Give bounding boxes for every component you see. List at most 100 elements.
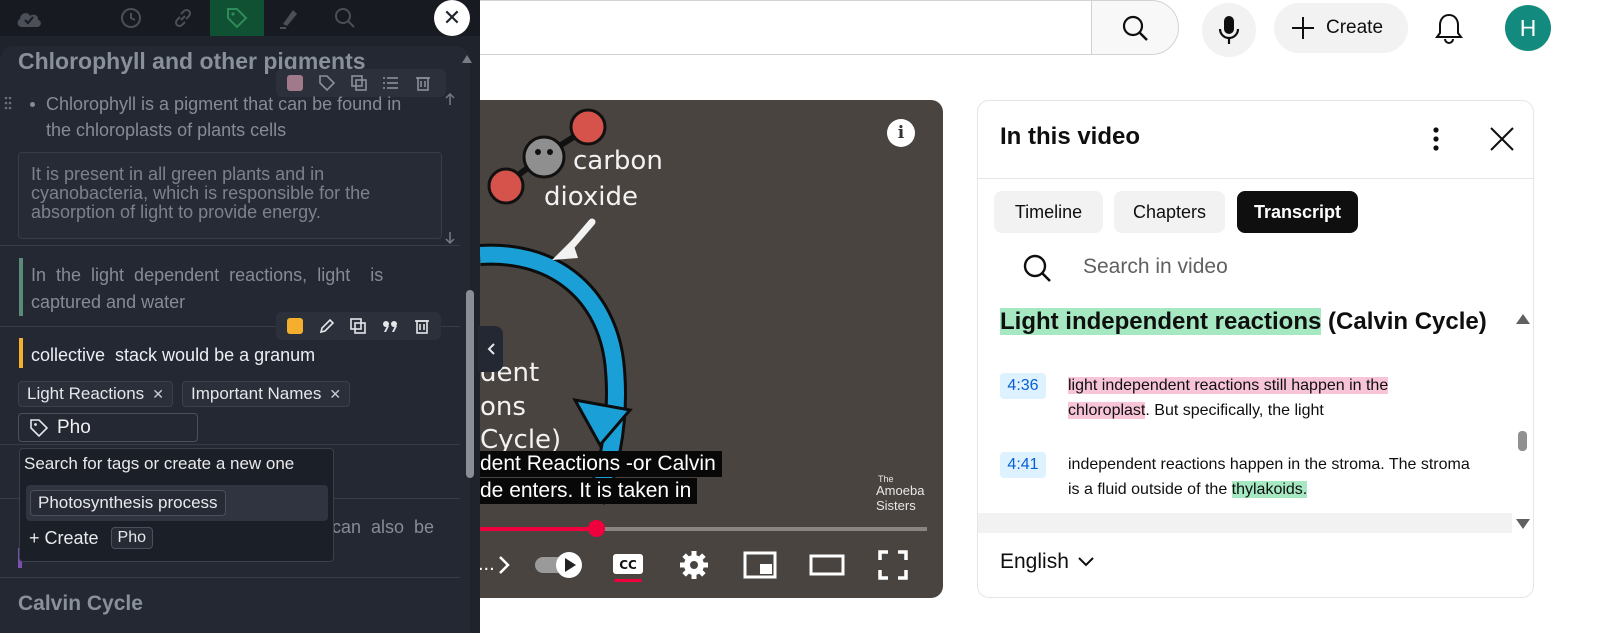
create-tag-option[interactable]: + Create Pho <box>29 527 154 549</box>
close-notes-button[interactable]: ✕ <box>434 0 470 36</box>
theater-mode-button[interactable] <box>806 549 848 581</box>
fullscreen-button[interactable] <box>874 546 912 584</box>
arrow-up-icon <box>445 92 455 105</box>
trash-icon <box>415 320 430 334</box>
color-swatch-button[interactable] <box>284 315 306 337</box>
trash-icon <box>416 77 430 91</box>
search-button[interactable] <box>1091 0 1179 55</box>
language-select[interactable]: English <box>1000 550 1095 574</box>
video-frame-art <box>479 108 633 505</box>
color-swatch <box>286 318 303 334</box>
bullet-text-line-1: Chlorophyll is a pigment that can be fou… <box>46 94 402 114</box>
move-up-button[interactable] <box>444 92 456 111</box>
voice-search-button[interactable] <box>1202 3 1256 57</box>
notes-scroll-thumb[interactable] <box>466 290 474 478</box>
notes-search-button[interactable] <box>320 0 370 36</box>
segment-timestamp[interactable]: 4:41 <box>1000 452 1046 478</box>
search-icon <box>1122 15 1148 41</box>
video-text-carbon: carbon <box>573 146 663 176</box>
color-swatch <box>287 75 303 91</box>
close-panel-button[interactable] <box>1486 124 1518 154</box>
tab-timeline[interactable]: Timeline <box>994 191 1103 233</box>
watermark-line-2: Amoeba <box>876 483 925 498</box>
segment-text-highlight: thylakoids. <box>1231 481 1308 498</box>
video-player[interactable]: carbon dioxide dent ons Cycle) The Amoeb… <box>440 100 943 598</box>
history-button[interactable] <box>106 0 156 36</box>
chapter-heading-highlight: Light independent reactions <box>1000 308 1322 335</box>
edit-block-button[interactable] <box>316 315 338 337</box>
notifications-button[interactable] <box>1430 9 1468 47</box>
segment-text: is a fluid outside of the <box>1068 481 1232 498</box>
chevron-left-icon <box>487 343 495 355</box>
notes-scroll-up[interactable] <box>462 50 472 68</box>
quote-block[interactable]: It is present in all green plants and in… <box>18 152 442 239</box>
close-icon[interactable]: ✕ <box>152 386 164 403</box>
block-color-bar <box>19 338 23 368</box>
note-block-line-2: captured and water <box>31 292 186 312</box>
panel-title: In this video <box>1000 123 1141 150</box>
transcript-chapter-heading: Light independent reactions (Calvin Cycl… <box>1000 308 1487 336</box>
highlighter-icon <box>280 10 297 29</box>
drag-handle[interactable] <box>4 96 12 115</box>
avatar[interactable]: H <box>1505 5 1551 51</box>
quote-block-button[interactable] <box>379 315 401 337</box>
miniplayer-button[interactable] <box>740 549 780 581</box>
transcript-segment[interactable]: light independent reactions still happen… <box>1068 373 1508 423</box>
delete-block-button[interactable] <box>412 72 434 94</box>
svg-text:CC: CC <box>619 558 637 572</box>
bell-icon <box>1435 13 1463 44</box>
history-icon <box>121 8 141 28</box>
create-tag-label: + Create <box>29 527 99 548</box>
plus-icon <box>1292 17 1314 39</box>
autoplay-toggle[interactable] <box>530 548 586 582</box>
highlighter-button[interactable] <box>264 0 314 36</box>
caption-line-2: de enters. It is taken in <box>474 478 698 504</box>
tag-icon <box>30 418 49 437</box>
block-color-bar <box>19 258 23 316</box>
caption-line-1: dent Reactions -or Calvin <box>474 451 722 477</box>
link-button[interactable] <box>158 0 208 36</box>
tags-button[interactable] <box>210 0 264 36</box>
cloud-check-icon <box>17 13 41 27</box>
quote-icon <box>383 321 398 332</box>
search-input[interactable] <box>470 0 1092 55</box>
segment-timestamp[interactable]: 4:36 <box>1000 373 1046 399</box>
copy-block-button[interactable] <box>348 315 370 337</box>
info-button[interactable]: i <box>887 119 915 147</box>
tag-dropdown-hint: Search for tags or create a new one <box>24 454 295 473</box>
tab-transcript[interactable]: Transcript <box>1237 191 1358 233</box>
block-divider <box>0 444 460 445</box>
closed-captions-icon: CC <box>613 554 643 582</box>
tag-option-label[interactable]: Photosynthesis process <box>30 490 226 516</box>
pencil-icon <box>319 318 334 334</box>
note-block-text[interactable]: collective stack would be a granum <box>31 342 315 368</box>
tag-input[interactable]: Pho <box>18 413 198 442</box>
transcript-segment[interactable]: independent reactions happen in the stro… <box>1068 452 1508 502</box>
arrow-down-icon <box>445 232 455 245</box>
settings-button[interactable] <box>676 547 712 583</box>
tab-chapters[interactable]: Chapters <box>1114 191 1225 233</box>
collapse-notes-button[interactable] <box>478 326 503 372</box>
cloud-sync-button[interactable] <box>4 0 54 36</box>
segment-text: . But specifically, the light <box>1145 402 1324 419</box>
move-down-button[interactable] <box>444 231 456 250</box>
scroll-down-arrow[interactable] <box>1516 516 1530 534</box>
close-icon[interactable]: ✕ <box>329 386 341 403</box>
bullet-text-line-2: the chloroplasts of plants cells <box>46 120 287 140</box>
more-options-button[interactable] <box>1422 124 1450 154</box>
create-button[interactable]: Create <box>1274 3 1408 53</box>
delete-block-button[interactable] <box>411 315 433 337</box>
block-divider <box>0 577 460 578</box>
note-heading: Calvin Cycle <box>18 592 143 615</box>
list-icon <box>383 77 398 89</box>
transcript-fade <box>978 513 1512 533</box>
subtitles-button[interactable]: CC <box>607 548 649 584</box>
chapter-next-button[interactable] <box>494 553 514 577</box>
theater-mode-icon <box>809 554 845 576</box>
language-label: English <box>1000 550 1069 573</box>
transcript-scroll-thumb[interactable] <box>1518 431 1527 451</box>
progress-scrubber[interactable] <box>588 520 605 537</box>
scroll-up-arrow[interactable] <box>1516 311 1530 329</box>
transcript-search-input[interactable]: Search in video <box>1083 255 1228 279</box>
more-vertical-icon <box>1433 127 1439 151</box>
